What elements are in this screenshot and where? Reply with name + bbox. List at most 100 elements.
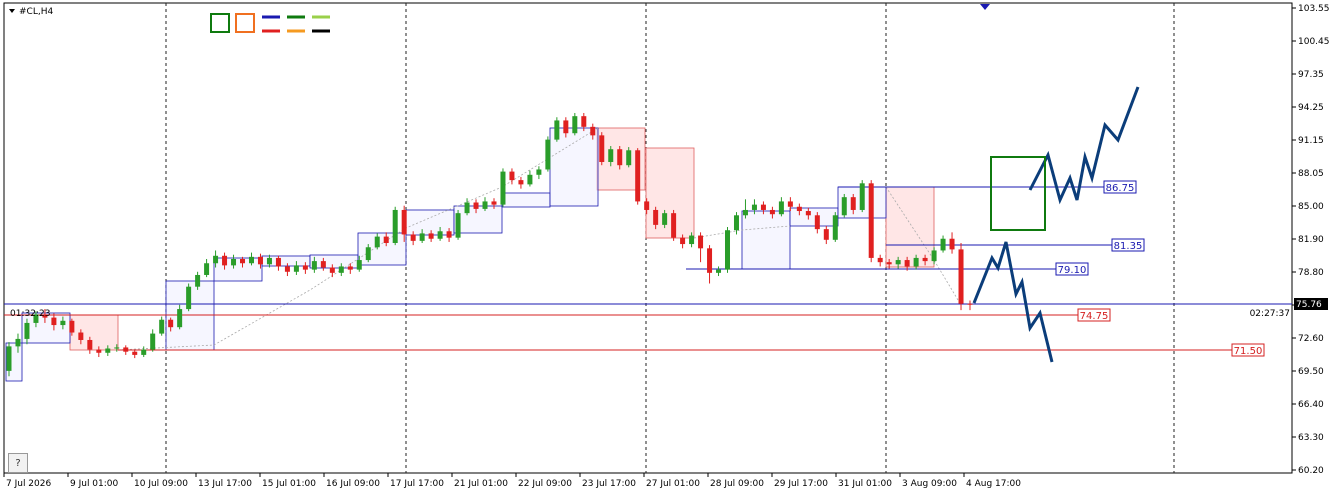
bear-candle: [563, 120, 569, 134]
price-tick-label: 66.40: [1298, 400, 1324, 410]
time-tick-label: 13 Jul 17:00: [198, 479, 252, 489]
bear-candle: [168, 319, 174, 328]
bear-candle: [302, 265, 308, 270]
bull-candle: [15, 338, 21, 347]
bear-candle: [473, 202, 479, 209]
level-label-81-35: 81.35: [1114, 241, 1143, 252]
bear-candle: [617, 149, 623, 166]
bear-candle: [347, 266, 353, 270]
price-tick-label: 85.00: [1298, 202, 1324, 212]
bear-candle: [787, 201, 793, 207]
bull-candle: [716, 269, 722, 273]
bull-candle: [778, 201, 784, 215]
bull-candle: [913, 257, 919, 267]
bear-candle: [240, 258, 246, 264]
bear-candle: [680, 237, 686, 245]
bear-candle: [581, 116, 587, 127]
price-tick-label: 69.50: [1298, 367, 1324, 377]
bull-candle: [392, 209, 398, 243]
bull-candle: [689, 235, 695, 245]
price-chart[interactable]: 86.75 81.35 79.10 74.75 71.50 01:32:23 0…: [0, 0, 1337, 494]
bear-candle: [320, 261, 326, 268]
bear-candle: [967, 303, 973, 305]
bear-candle: [284, 266, 290, 272]
time-tick-label: 4 Aug 17:00: [966, 479, 1021, 489]
bear-candle: [87, 339, 93, 350]
current-price-tag: 75.76: [1294, 298, 1328, 310]
bull-candle: [186, 286, 192, 310]
price-tick-label: 60.20: [1298, 466, 1324, 476]
bear-candle: [886, 262, 892, 265]
bull-candle: [338, 266, 344, 273]
time-readout-left: 01:32:23: [10, 309, 50, 319]
bull-candle: [572, 116, 578, 134]
price-tick-label: 88.05: [1298, 169, 1324, 179]
bull-candle: [455, 213, 461, 238]
bull-candle: [204, 263, 210, 275]
bull-candle: [545, 139, 551, 170]
price-tick-label: 100.45: [1298, 37, 1330, 47]
bear-candle: [698, 235, 704, 249]
bull-candle: [141, 349, 147, 355]
bull-candle: [482, 201, 488, 209]
time-tick-label: 15 Jul 01:00: [262, 479, 316, 489]
bull-candle: [105, 348, 111, 353]
time-tick-label: 17 Jul 17:00: [390, 479, 444, 489]
bull-candle: [662, 213, 668, 225]
bull-candle: [931, 250, 937, 262]
bear-candle: [814, 215, 820, 230]
bear-candle: [446, 231, 452, 238]
bull-candle: [895, 260, 901, 265]
bull-candle: [293, 265, 299, 272]
help-button[interactable]: ?: [8, 453, 28, 473]
bull-candle: [464, 202, 470, 214]
bull-candle: [419, 233, 425, 241]
bull-candle: [751, 204, 757, 210]
bull-candle: [114, 347, 120, 349]
time-tick-label: 3 Aug 09:00: [902, 479, 957, 489]
current-price-label: 75.76: [1296, 300, 1322, 310]
level-label-86-75: 86.75: [1106, 183, 1135, 194]
bear-candle: [491, 201, 497, 205]
price-tick-label: 78.80: [1298, 268, 1324, 278]
bear-candle: [868, 183, 874, 258]
time-readout-right: 02:27:37: [1250, 309, 1290, 319]
bear-candle: [401, 209, 407, 235]
bear-candle: [132, 351, 138, 355]
bull-candle: [24, 322, 30, 339]
level-label-71-50: 71.50: [1234, 346, 1263, 357]
bear-candle: [599, 135, 605, 162]
bear-candle: [222, 255, 228, 266]
bull-candle: [60, 320, 66, 326]
time-axis[interactable]: 7 Jul 2026 9 Jul 01:00 10 Jul 09:00 13 Jul …: [3, 473, 1021, 489]
bear-candle: [644, 201, 650, 210]
price-tick-label: 103.55: [1298, 4, 1330, 14]
bull-candle: [733, 215, 739, 231]
price-tick-label: 97.35: [1298, 70, 1324, 80]
bear-candle: [590, 126, 596, 136]
bear-candle: [653, 209, 659, 225]
time-tick-label: 16 Jul 09:00: [326, 479, 380, 489]
bull-candle: [311, 261, 317, 270]
bull-candle: [248, 256, 254, 264]
bear-candle: [707, 248, 713, 273]
bear-candle: [518, 180, 524, 185]
bear-candle: [123, 347, 129, 352]
bear-candle: [51, 317, 57, 326]
bear-candle: [428, 233, 434, 239]
price-axis[interactable]: 103.55 100.45 97.35 94.25 91.15 88.05 85.00 81.…: [1292, 4, 1330, 476]
bull-candle: [527, 174, 533, 185]
bull-candle: [536, 169, 542, 175]
symbol-label: #CL,H4: [19, 7, 53, 17]
time-tick-label: 9 Jul 01:00: [70, 479, 119, 489]
bear-candle: [769, 209, 775, 215]
bear-candle: [760, 204, 766, 210]
bull-candle: [832, 215, 838, 240]
level-label-74-75: 74.75: [1080, 311, 1109, 322]
bull-candle: [437, 231, 443, 239]
bear-candle: [904, 260, 910, 267]
bull-candle: [725, 230, 731, 270]
bear-candle: [922, 257, 928, 262]
bull-candle: [159, 319, 165, 334]
price-tick-label: 91.15: [1298, 136, 1324, 146]
